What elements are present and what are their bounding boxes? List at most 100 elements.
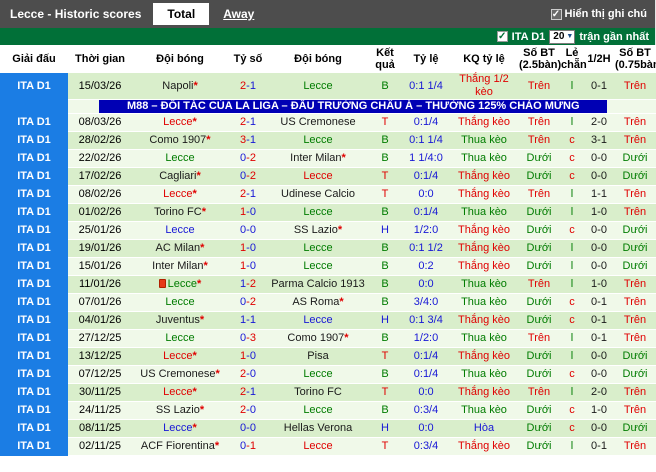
away-team-cell[interactable]: Torino FC — [268, 383, 368, 402]
date-cell: 28/02/26 — [68, 131, 132, 150]
col-header: Tỷ lệ — [402, 45, 450, 73]
home-team-name: Cagliari — [159, 170, 197, 182]
away-team-cell[interactable]: Lecce — [268, 131, 368, 150]
home-team-cell[interactable]: Lecce* — [132, 113, 228, 132]
halftime-score-cell: 0-1 — [584, 311, 614, 330]
home-team-cell[interactable]: Lecce — [132, 221, 228, 240]
halftime-score-cell: 0-1 — [584, 73, 614, 100]
league-cell: ITA D1 — [0, 347, 68, 366]
home-team-cell[interactable]: Inter Milan* — [132, 257, 228, 276]
odd-even-cell: l — [560, 347, 584, 366]
match-count-select[interactable]: 20 ▼ — [549, 29, 576, 44]
over-under-075-cell: Trên — [614, 203, 656, 222]
home-team-name: Juventus — [155, 314, 200, 326]
away-team-cell[interactable]: Pisa — [268, 347, 368, 366]
odds-cell: 0:1/4 — [402, 167, 450, 186]
home-team-cell[interactable]: Cagliari* — [132, 167, 228, 186]
away-team-cell[interactable]: Lecce — [268, 401, 368, 420]
away-team-cell[interactable]: Lecce — [268, 203, 368, 222]
away-team-cell[interactable]: Lecce — [268, 311, 368, 330]
away-team-cell[interactable]: Hellas Verona — [268, 419, 368, 438]
table-row: ITA D1 19/01/26 AC Milan* 1-0 Lecce B 0:1 1/2 T… — [0, 239, 656, 258]
away-team-cell[interactable]: Lecce — [268, 437, 368, 456]
table-row: ITA D1 07/12/25 US Cremonese* 2-0 Lecce B 0:1/… — [0, 365, 656, 384]
home-team-cell[interactable]: ACF Fiorentina* — [132, 437, 228, 456]
odds-result-cell: Thua kèo — [450, 275, 518, 294]
odds-cell: 0:0 — [402, 419, 450, 438]
away-team-name: Inter Milan — [290, 152, 342, 164]
home-team-cell[interactable]: Lecce* — [132, 275, 228, 294]
odds-result-cell: Thua kèo — [450, 329, 518, 348]
score-cell: 1-2 — [228, 275, 268, 294]
away-team-cell[interactable]: Udinese Calcio — [268, 185, 368, 204]
chevron-down-icon: ▼ — [566, 33, 574, 40]
ad-banner[interactable]: M88 – ĐỐI TÁC CỦA LA LIGA – ĐẤU TRƯỜNG C… — [99, 100, 608, 113]
odds-result-cell: Thắng kèo — [450, 383, 518, 402]
away-team-cell[interactable]: Inter Milan* — [268, 149, 368, 168]
date-cell: 22/02/26 — [68, 149, 132, 168]
league-checkbox[interactable]: ✓ — [496, 31, 508, 42]
table-row: ITA D1 28/02/26 Como 1907* 3-1 Lecce B 0:1 1/4… — [0, 131, 656, 150]
away-goals: 1 — [249, 188, 256, 200]
away-goals: 1 — [249, 440, 256, 452]
checkbox-check-icon[interactable]: ✓ — [550, 8, 562, 20]
home-team-cell[interactable]: Lecce — [132, 329, 228, 348]
league-cell: ITA D1 — [0, 293, 68, 312]
titlebar: Lecce - Historic scores Total Away ✓ Hiể… — [0, 0, 655, 28]
favorite-star-icon: * — [339, 296, 344, 308]
home-team-cell[interactable]: SS Lazio* — [132, 401, 228, 420]
odds-result-cell: Thắng kèo — [450, 347, 518, 366]
home-team-cell[interactable]: Lecce* — [132, 383, 228, 402]
match-table: Giải đấu Thời gian Đội bóng Tỷ số Đội bóng Kế… — [0, 45, 656, 456]
away-team-cell[interactable]: Lecce — [268, 365, 368, 384]
away-team-name: Lecce — [303, 440, 333, 452]
date-cell: 17/02/26 — [68, 167, 132, 186]
away-team-cell[interactable]: Lecce — [268, 239, 368, 258]
over-under-25-cell: Dưới — [518, 221, 560, 240]
home-team-cell[interactable]: AC Milan* — [132, 239, 228, 258]
away-team-cell[interactable]: Parma Calcio 1913 — [268, 275, 368, 294]
tab-away[interactable]: Away — [219, 3, 258, 25]
home-team-cell[interactable]: Lecce* — [132, 347, 228, 366]
home-team-cell[interactable]: Como 1907* — [132, 131, 228, 150]
home-team-cell[interactable]: Lecce* — [132, 185, 228, 204]
odd-even-cell: c — [560, 293, 584, 312]
tab-total[interactable]: Total — [153, 3, 210, 25]
away-team-cell[interactable]: Lecce — [268, 73, 368, 100]
home-team-cell[interactable]: US Cremonese* — [132, 365, 228, 384]
halftime-score-cell: 0-1 — [584, 437, 614, 456]
away-team-cell[interactable]: Lecce — [268, 257, 368, 276]
show-notes-toggle[interactable]: ✓ Hiển thị ghi chú — [550, 8, 656, 20]
over-under-075-cell: Dưới — [614, 347, 656, 366]
result-cell: B — [368, 149, 402, 168]
away-team-cell[interactable]: US Cremonese — [268, 113, 368, 132]
home-team-cell[interactable]: Juventus* — [132, 311, 228, 330]
odds-result-cell: Thua kèo — [450, 131, 518, 150]
league-cell: ITA D1 — [0, 311, 68, 330]
league-cell: ITA D1 — [0, 437, 68, 456]
odds-result-cell: Thua kèo — [450, 365, 518, 384]
home-team-cell[interactable]: Lecce — [132, 293, 228, 312]
odd-even-cell: c — [560, 149, 584, 168]
league-cell: ITA D1 — [0, 149, 68, 168]
away-team-name: Como 1907 — [287, 332, 345, 344]
away-team-cell[interactable]: Lecce — [268, 167, 368, 186]
home-team-cell[interactable]: Lecce — [132, 149, 228, 168]
away-team-cell[interactable]: Como 1907* — [268, 329, 368, 348]
table-row: ITA D1 17/02/26 Cagliari* 0-2 Lecce T 0:1/4 Thắ… — [0, 167, 656, 186]
home-team-cell[interactable]: Torino FC* — [132, 203, 228, 222]
home-team-cell[interactable]: Lecce* — [132, 419, 228, 438]
score-cell: 0-2 — [228, 293, 268, 312]
odds-result-cell: Thắng kèo — [450, 221, 518, 240]
favorite-star-icon: * — [193, 79, 198, 92]
away-team-cell[interactable]: SS Lazio* — [268, 221, 368, 240]
home-team-cell[interactable]: Napoli* — [132, 73, 228, 100]
odd-even-cell: l — [560, 203, 584, 222]
result-cell: T — [368, 185, 402, 204]
result-cell: B — [368, 365, 402, 384]
favorite-star-icon: * — [337, 224, 343, 236]
away-goals: 2 — [249, 152, 256, 164]
away-team-cell[interactable]: AS Roma* — [268, 293, 368, 312]
result-cell: T — [368, 437, 402, 456]
match-table-body: ITA D1 15/03/26 Napoli* 2-1 Lecce B 0:1 1/4 Thắ… — [0, 73, 656, 456]
